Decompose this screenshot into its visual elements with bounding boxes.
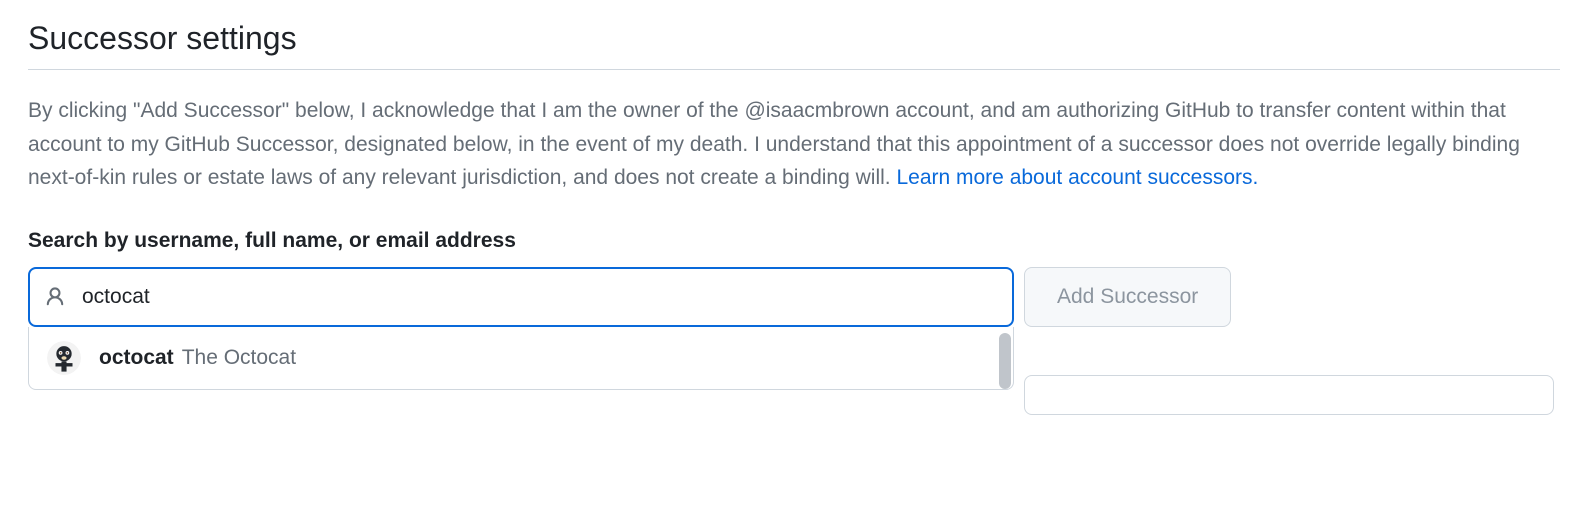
page-title: Successor settings bbox=[28, 20, 1560, 70]
result-username: octocat bbox=[99, 346, 174, 370]
search-row: octocat The Octocat Add Successor bbox=[28, 267, 1560, 327]
empty-panel bbox=[1024, 375, 1554, 415]
result-fullname: The Octocat bbox=[182, 346, 296, 370]
avatar bbox=[47, 341, 81, 375]
person-icon bbox=[44, 286, 66, 308]
add-successor-button[interactable]: Add Successor bbox=[1024, 267, 1231, 327]
description-text: By clicking "Add Successor" below, I ack… bbox=[28, 99, 1520, 189]
successor-description: By clicking "Add Successor" below, I ack… bbox=[28, 94, 1560, 195]
search-box: octocat The Octocat bbox=[28, 267, 1014, 327]
scrollbar-thumb[interactable] bbox=[999, 333, 1011, 389]
search-input[interactable] bbox=[28, 267, 1014, 327]
search-field-label: Search by username, full name, or email … bbox=[28, 229, 1560, 253]
search-results-dropdown: octocat The Octocat bbox=[28, 327, 1014, 390]
learn-more-link[interactable]: Learn more about account successors. bbox=[896, 166, 1258, 189]
search-result-item[interactable]: octocat The Octocat bbox=[29, 327, 1013, 389]
